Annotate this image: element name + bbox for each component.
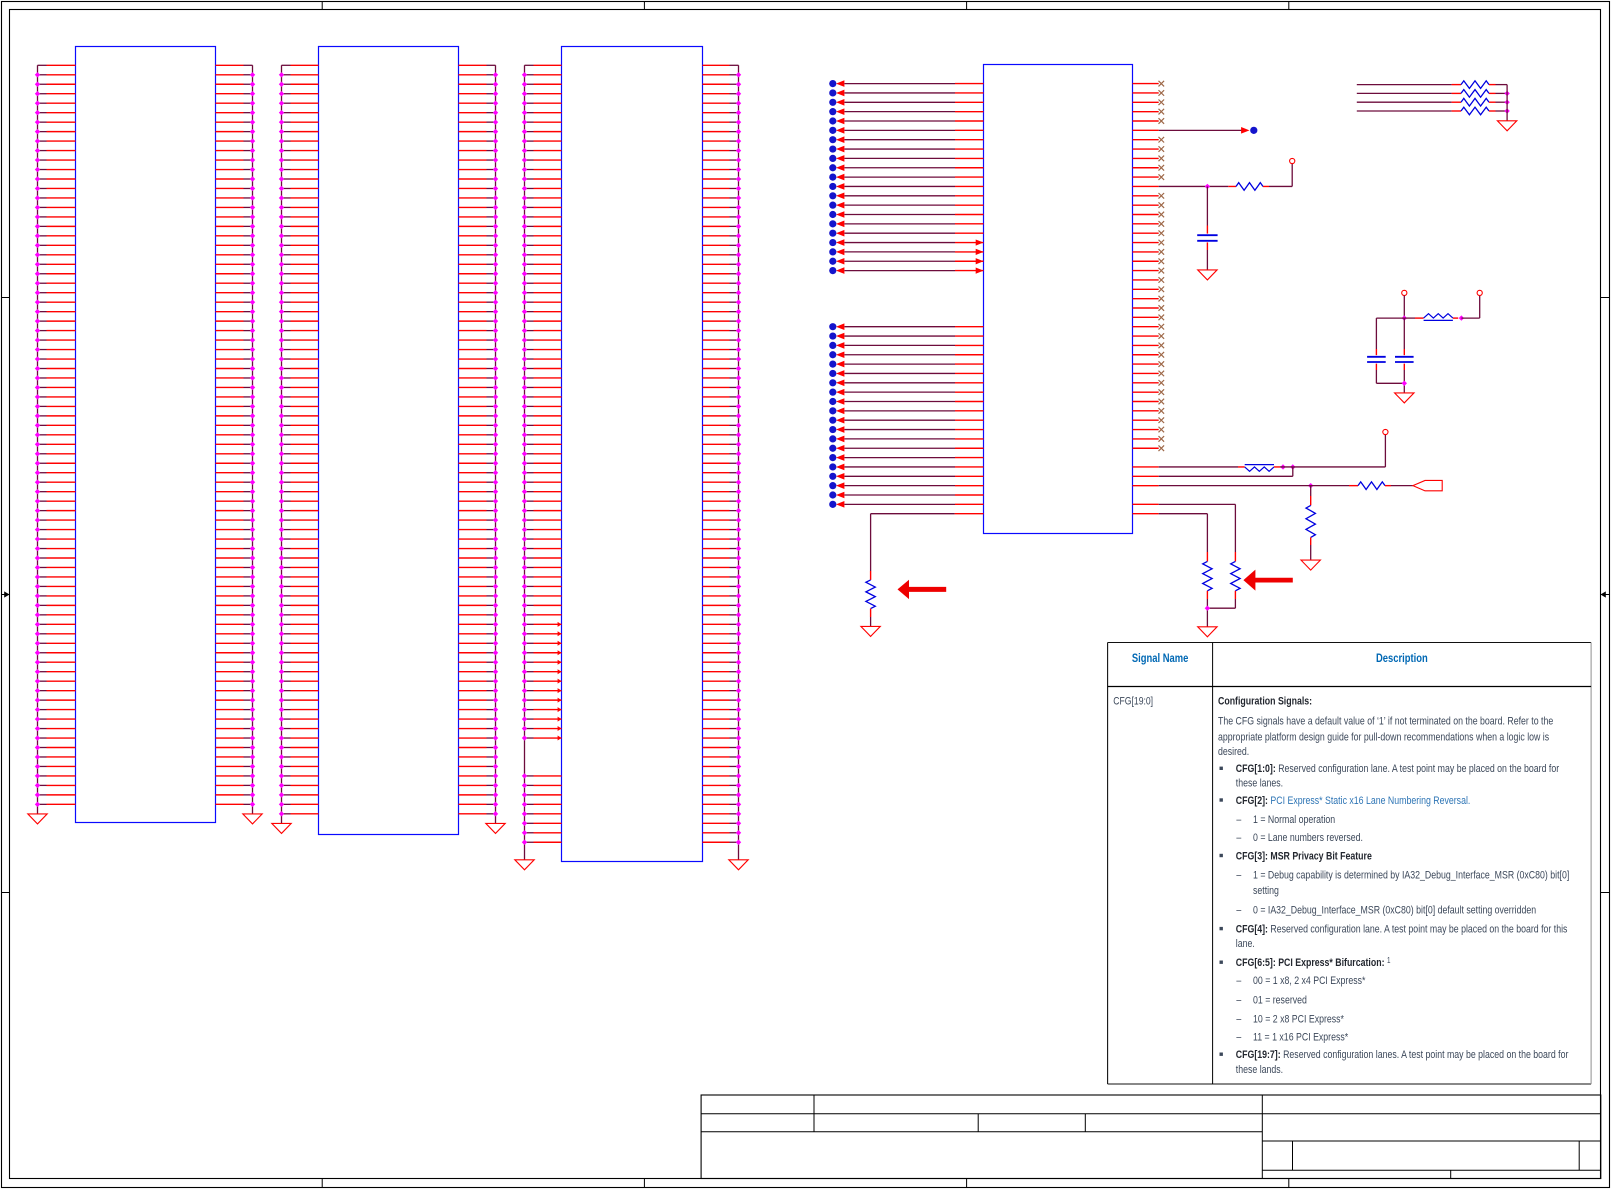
svg-text:The CFG signals have a default: The CFG signals have a default value of … — [1218, 716, 1554, 728]
svg-text:–: – — [1236, 1013, 1241, 1025]
svg-text:–: – — [1236, 1032, 1241, 1044]
svg-text:–: – — [1236, 994, 1241, 1006]
svg-text:–: – — [1236, 869, 1241, 881]
svg-text:01 = reserved: 01 = reserved — [1253, 994, 1307, 1006]
svg-text:0 = IA32_Debug_Interface_MSR (: 0 = IA32_Debug_Interface_MSR (0xC80) bit… — [1253, 905, 1536, 917]
svg-text:11 = 1 x16 PCI Express*: 11 = 1 x16 PCI Express* — [1253, 1032, 1348, 1044]
svg-text:appropriate platform design gu: appropriate platform design guide for pu… — [1218, 732, 1549, 744]
svg-text:Description: Description — [1376, 652, 1428, 665]
svg-text:desired.: desired. — [1218, 746, 1249, 758]
svg-text:1 = Debug capability is determ: 1 = Debug capability is determined by IA… — [1253, 869, 1569, 881]
svg-text:0 = Lane numbers reversed.: 0 = Lane numbers reversed. — [1253, 832, 1363, 844]
svg-text:–: – — [1236, 832, 1241, 844]
svg-text:CFG[6:5]: PCI Express* Bifurca: CFG[6:5]: PCI Express* Bifurcation: 1 — [1236, 955, 1391, 969]
svg-text:–: – — [1236, 905, 1241, 917]
svg-text:–: – — [1236, 975, 1241, 987]
svg-text:Configuration Signals:: Configuration Signals: — [1218, 695, 1312, 707]
svg-text:1 = Normal operation: 1 = Normal operation — [1253, 814, 1335, 826]
svg-text:lane.: lane. — [1236, 938, 1255, 950]
svg-text:setting: setting — [1253, 885, 1279, 897]
svg-text:CFG[19:7]: Reserved configurat: CFG[19:7]: Reserved configuration lanes.… — [1236, 1049, 1569, 1061]
svg-text:these lanes.: these lanes. — [1236, 778, 1283, 790]
svg-text:Signal Name: Signal Name — [1132, 652, 1188, 665]
svg-text:CFG[4]: Reserved configuration: CFG[4]: Reserved configuration lane. A t… — [1236, 924, 1568, 936]
svg-text:CFG[19:0]: CFG[19:0] — [1113, 696, 1153, 708]
svg-text:CFG[2]: PCI Express* Static x1: CFG[2]: PCI Express* Static x16 Lane Num… — [1236, 795, 1471, 807]
svg-text:00 = 1 x8, 2 x4 PCI Express*: 00 = 1 x8, 2 x4 PCI Express* — [1253, 975, 1365, 987]
svg-text:CFG[3]: MSR Privacy Bit Featur: CFG[3]: MSR Privacy Bit Feature — [1236, 851, 1372, 863]
svg-text:these lands.: these lands. — [1236, 1064, 1283, 1076]
svg-text:10 = 2 x8 PCI Express*: 10 = 2 x8 PCI Express* — [1253, 1013, 1344, 1025]
svg-text:–: – — [1236, 814, 1241, 826]
svg-text:CFG[1:0]: Reserved configurati: CFG[1:0]: Reserved configuration lane. A… — [1236, 763, 1560, 775]
